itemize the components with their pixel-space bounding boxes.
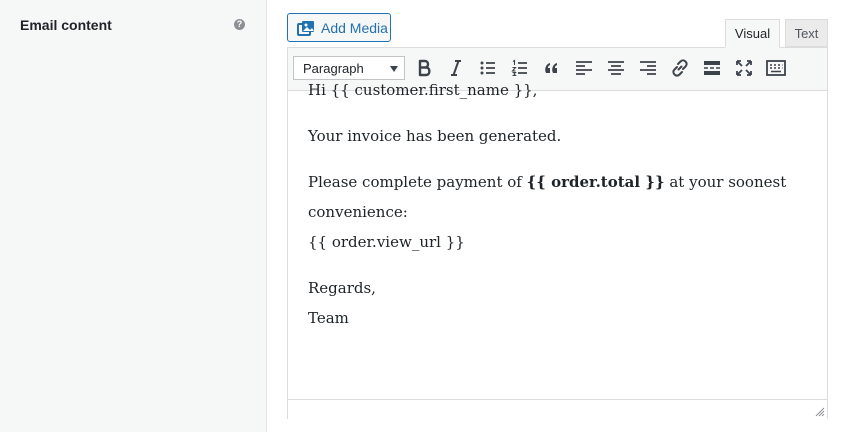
order-url-placeholder: {{ order.view_url }} [308, 233, 465, 251]
resize-handle-icon[interactable] [815, 407, 825, 417]
greeting-line: Hi {{ customer.first_name }}, [308, 81, 538, 99]
regards-text: Regards, [308, 279, 376, 297]
help-icon[interactable]: ? [234, 19, 245, 30]
add-media-label: Add Media [321, 20, 388, 36]
settings-label-column: Email content ? [0, 0, 267, 432]
chevron-down-icon [390, 66, 398, 72]
add-media-icon [297, 21, 314, 36]
payment-prefix-text: Please complete payment of [308, 173, 527, 191]
tab-text[interactable]: Text [785, 19, 828, 47]
add-media-button[interactable]: Add Media [287, 13, 391, 42]
invoice-generated-line: Your invoice has been generated. [308, 127, 562, 145]
editor-content-area[interactable]: Hi {{ customer.first_name }}, Your invoi… [308, 75, 808, 349]
tab-visual[interactable]: Visual [725, 19, 780, 48]
email-editor: Paragraph Hi {{customer.first_name}}, … [287, 47, 828, 419]
editor-statusbar [288, 399, 827, 419]
email-content-label: Email content [20, 17, 112, 33]
order-total-placeholder: {{ order.total }} [526, 173, 665, 191]
team-text: Team [308, 309, 349, 327]
format-select-value: Paragraph [303, 61, 364, 76]
